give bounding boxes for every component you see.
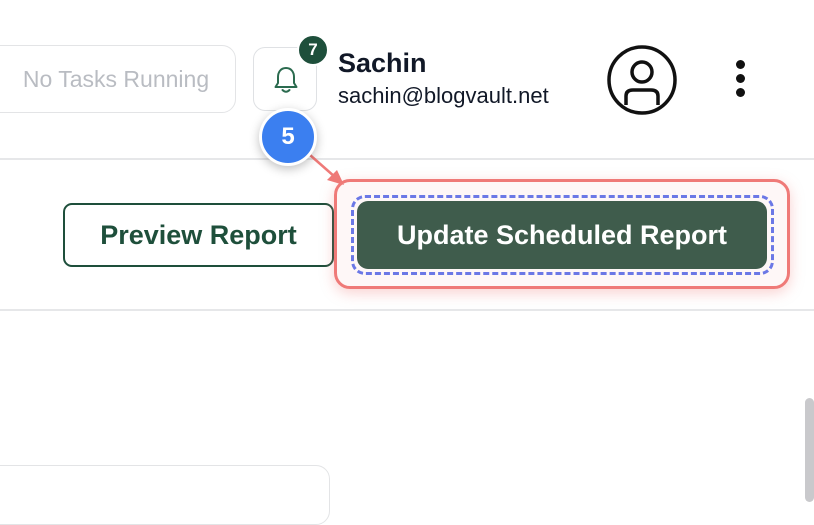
more-options-button[interactable] [728, 58, 756, 100]
task-status-indicator[interactable]: No Tasks Running [0, 45, 236, 113]
user-avatar-icon[interactable] [606, 44, 678, 116]
task-status-label: No Tasks Running [22, 65, 210, 92]
more-vertical-icon [736, 60, 745, 69]
update-scheduled-report-button[interactable]: Update Scheduled Report [357, 201, 767, 269]
user-email: sachin@blogvault.net [338, 83, 549, 108]
header-divider [0, 158, 814, 160]
bell-icon [274, 67, 298, 93]
notification-count-badge: 7 [297, 34, 329, 66]
preview-report-button[interactable]: Preview Report [63, 203, 334, 267]
scrollbar-thumb[interactable] [805, 398, 814, 502]
content-card [0, 465, 330, 525]
step-number-marker: 5 [259, 108, 317, 166]
section-divider [0, 309, 814, 311]
user-name: Sachin [338, 48, 427, 78]
update-button-label: Update Scheduled Report [396, 219, 728, 250]
